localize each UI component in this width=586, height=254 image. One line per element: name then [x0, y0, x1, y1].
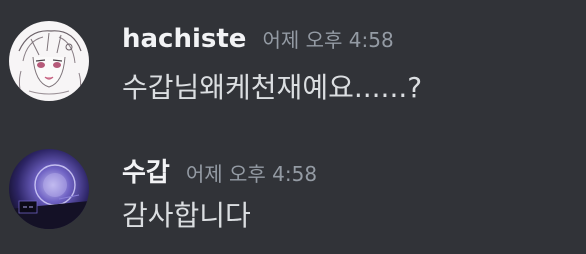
user-avatar[interactable]	[9, 149, 89, 229]
username[interactable]: 수갑	[122, 152, 170, 189]
purple-desk-scene-icon	[9, 149, 89, 229]
chat-message-list: hachiste 어제 오후 4:58 수갑님왜케천재예요......? 수갑 …	[0, 0, 586, 254]
message-header: hachiste 어제 오후 4:58	[122, 24, 394, 64]
username[interactable]: hachiste	[122, 24, 246, 54]
message-header: 수갑 어제 오후 4:58	[122, 152, 317, 192]
timestamp: 어제 오후 4:58	[185, 162, 318, 186]
user-avatar[interactable]	[9, 21, 89, 101]
timestamp: 어제 오후 4:58	[262, 28, 394, 52]
anime-character-sketch-icon	[9, 21, 89, 101]
message-content: 감사합니다	[122, 199, 251, 232]
message-content: 수갑님왜케천재예요......?	[122, 71, 423, 104]
